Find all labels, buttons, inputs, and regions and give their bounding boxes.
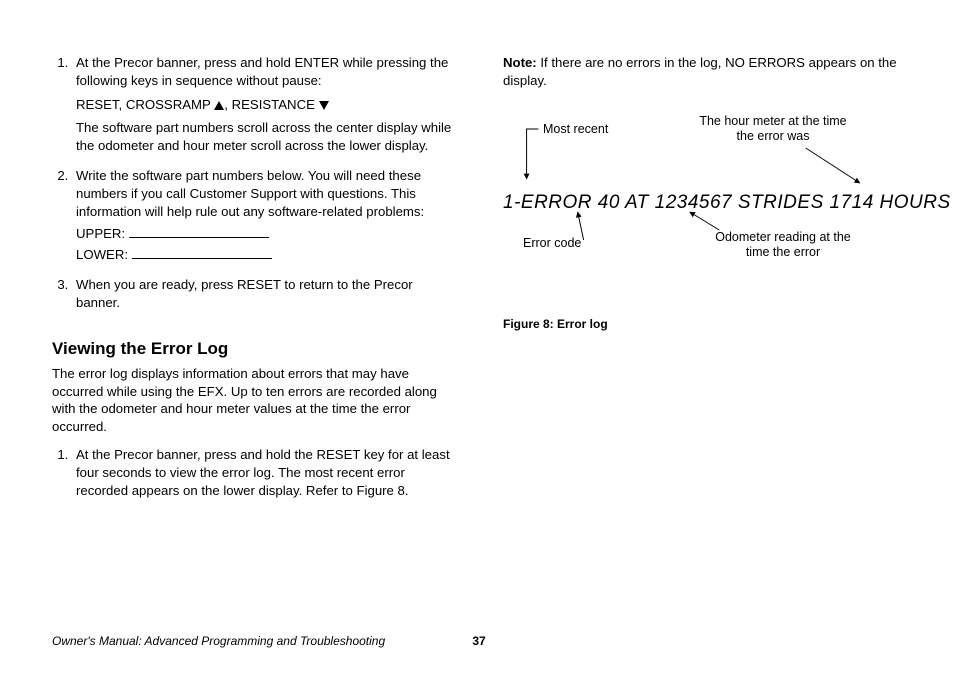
callout-hour-meter: The hour meter at the time the error was [693,114,853,144]
note-text: If there are no errors in the log, NO ER… [503,55,897,88]
keyseq-part: RESET, CROSSRAMP [76,97,214,112]
triangle-up-icon [214,101,224,110]
field-label: UPPER: [76,226,129,241]
field-lower: LOWER: [76,246,455,264]
section-intro: The error log displays information about… [52,365,455,436]
section-heading: Viewing the Error Log [52,338,455,361]
page: At the Precor banner, press and hold ENT… [0,0,954,677]
steps-list-errorlog: At the Precor banner, press and hold the… [52,446,455,499]
step-note: The software part numbers scroll across … [76,119,455,155]
callout-most-recent: Most recent [543,122,608,137]
steps-list-software: At the Precor banner, press and hold ENT… [52,54,455,312]
page-number: 37 [472,633,485,649]
column-layout: At the Precor banner, press and hold ENT… [52,54,906,511]
callout-odometer: Odometer reading at the time the error [703,230,863,260]
list-item: At the Precor banner, press and hold ENT… [72,54,455,155]
note: Note: If there are no errors in the log,… [503,54,906,90]
step-text: Write the software part numbers below. Y… [76,168,424,219]
list-item: When you are ready, press RESET to retur… [72,276,455,312]
step-text: When you are ready, press RESET to retur… [76,277,413,310]
left-column: At the Precor banner, press and hold ENT… [52,54,455,511]
field-label: LOWER: [76,247,132,262]
field-upper: UPPER: [76,225,455,243]
figure-error-log: Most recent The hour meter at the time t… [503,108,906,308]
key-sequence: RESET, CROSSRAMP , RESISTANCE [76,96,455,114]
page-footer: Owner's Manual: Advanced Programming and… [52,633,906,649]
callout-error-code: Error code [523,236,581,251]
keyseq-part: , RESISTANCE [224,97,318,112]
blank-line [129,225,269,238]
blank-line [132,246,272,259]
note-label: Note: [503,55,537,70]
step-text: At the Precor banner, press and hold the… [76,447,450,498]
lcd-display-line: 1-ERROR 40 AT 1234567 STRIDES 1714 HOURS [503,190,906,216]
step-text: At the Precor banner, press and hold ENT… [76,55,448,88]
list-item: Write the software part numbers below. Y… [72,167,455,264]
triangle-down-icon [319,101,329,110]
figure-caption: Figure 8: Error log [503,316,906,332]
list-item: At the Precor banner, press and hold the… [72,446,455,499]
footer-title: Owner's Manual: Advanced Programming and… [52,633,385,649]
right-column: Note: If there are no errors in the log,… [503,54,906,511]
